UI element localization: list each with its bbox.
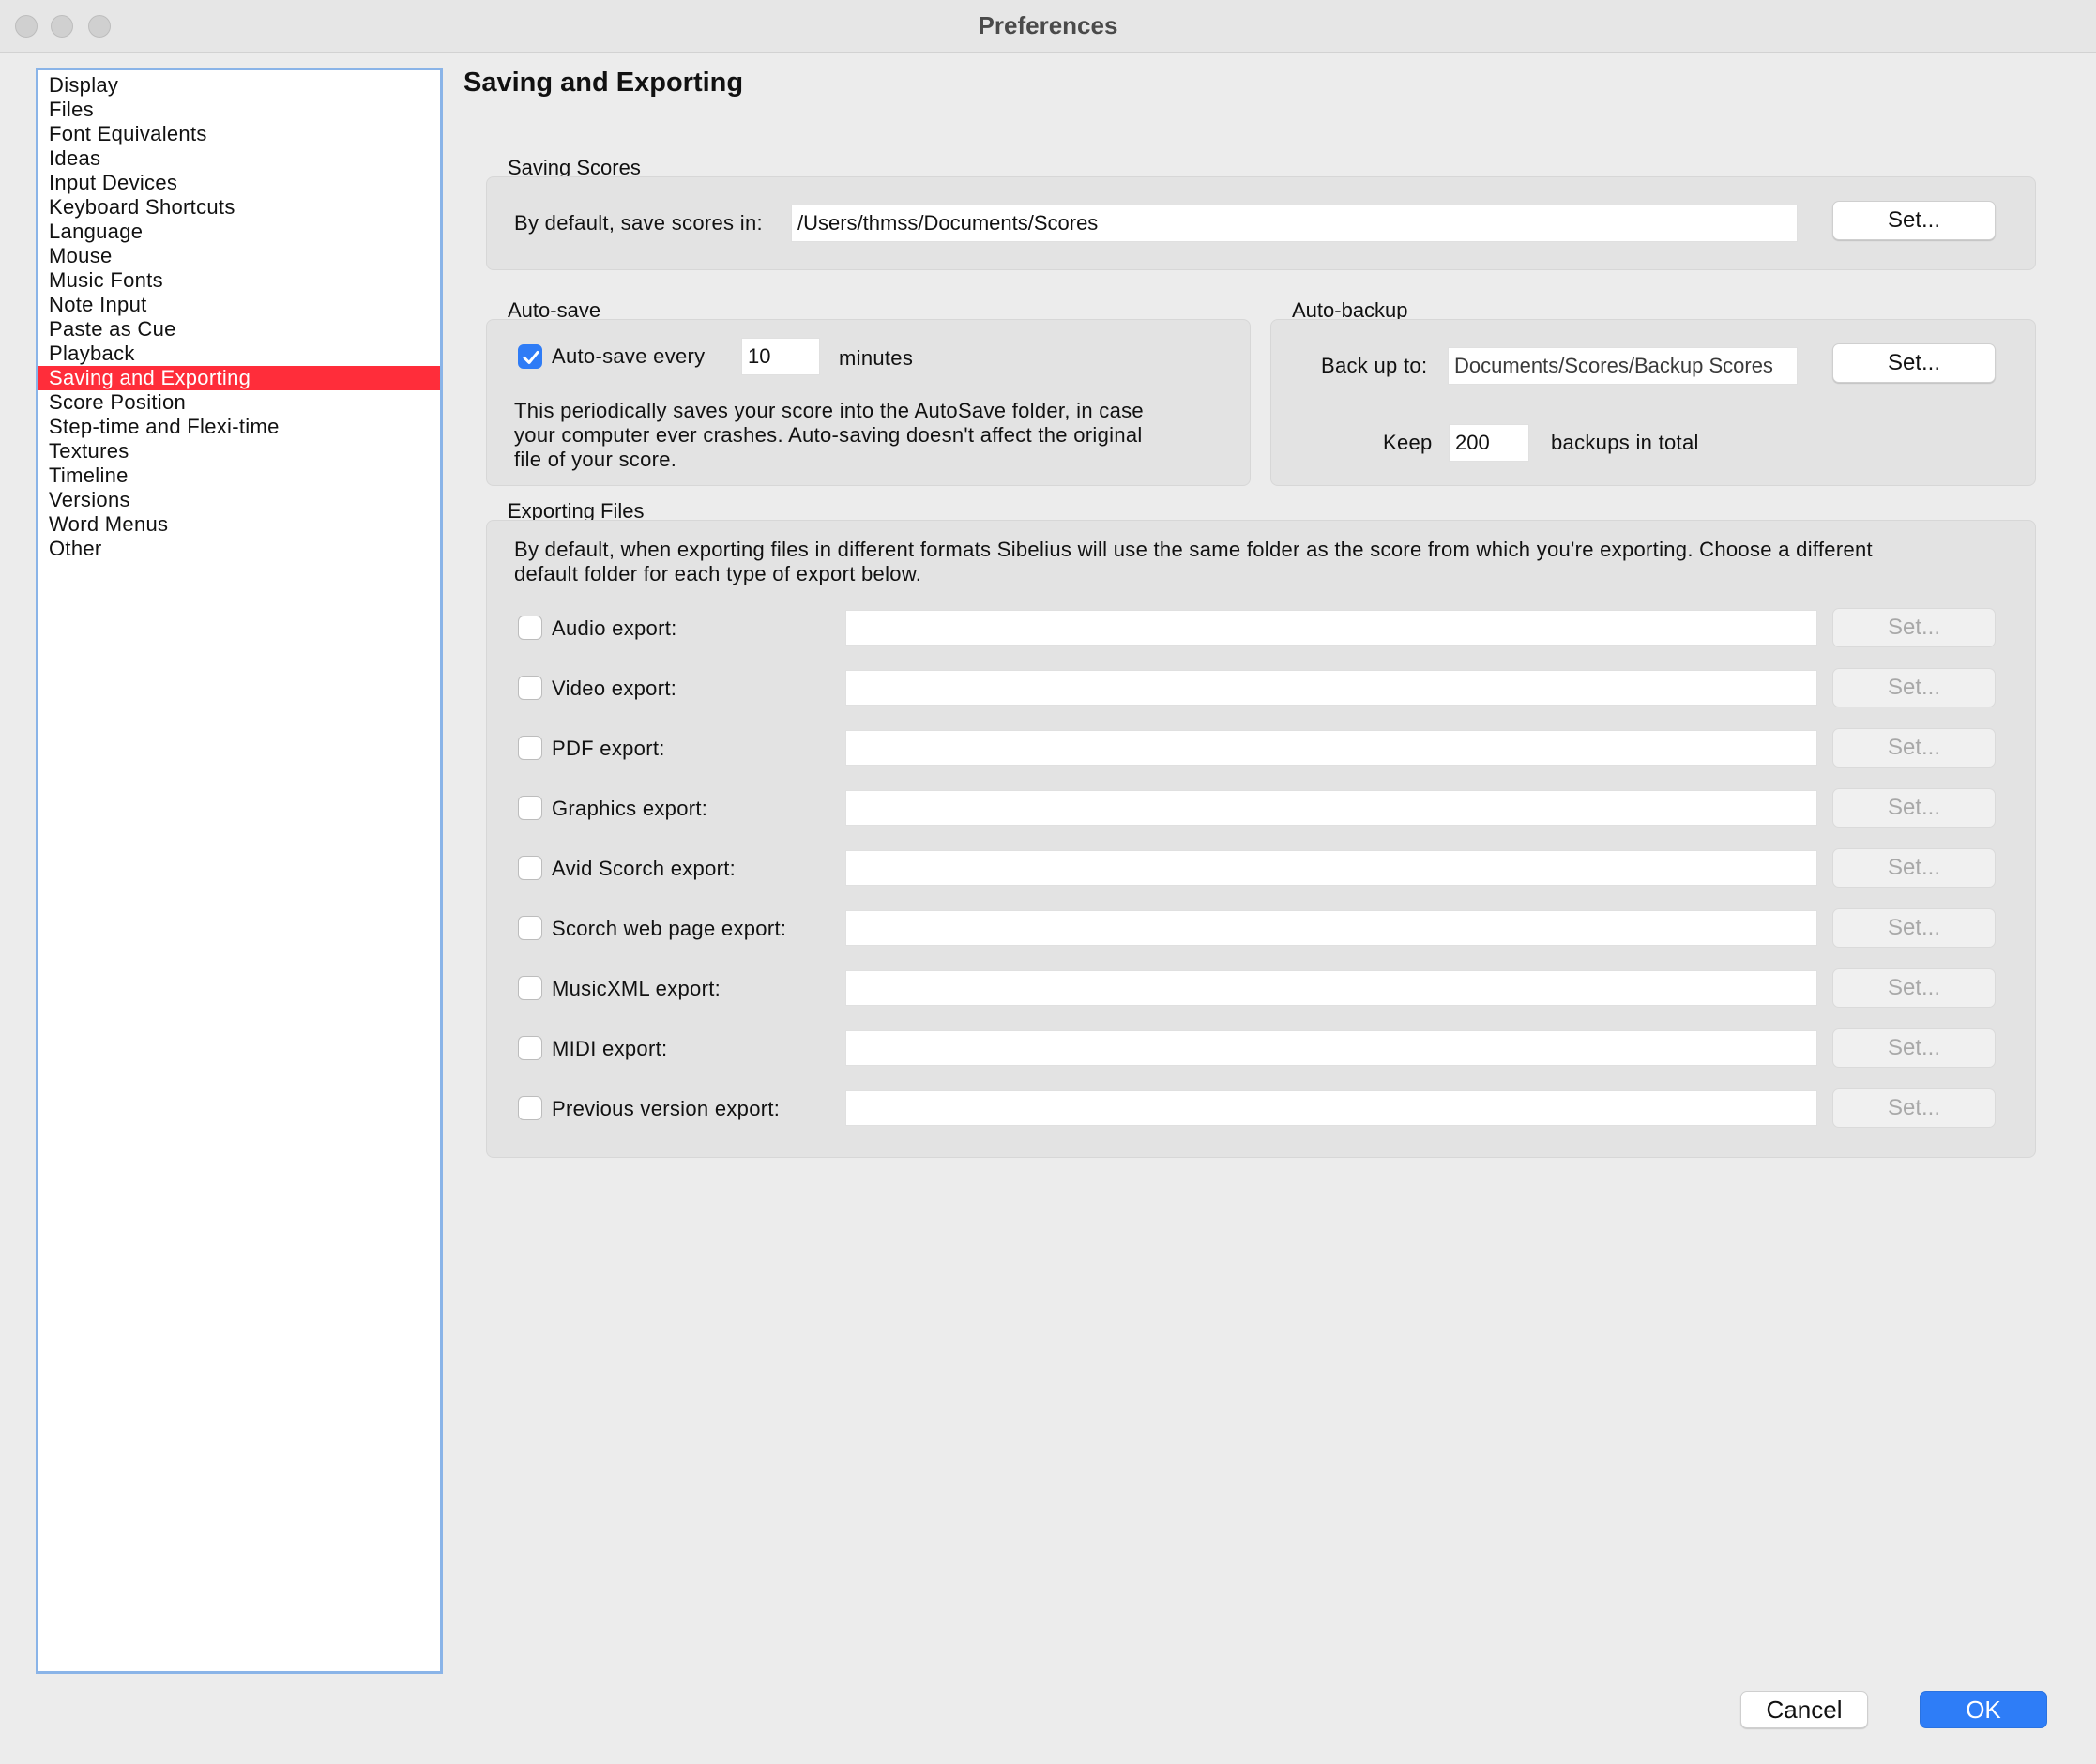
keep-backups-field[interactable]: 200 bbox=[1449, 424, 1529, 462]
keep-backups-suffix: backups in total bbox=[1551, 431, 1699, 454]
video-export-checkbox[interactable] bbox=[518, 676, 542, 700]
pdf-export-checkbox[interactable] bbox=[518, 736, 542, 760]
video-export-label: Video export: bbox=[552, 677, 677, 700]
window-title: Preferences bbox=[978, 11, 1118, 39]
graphics-export-path-field[interactable] bbox=[845, 790, 1817, 826]
preferences-window: Preferences Display Files Font Equivalents… bbox=[0, 0, 2096, 1764]
auto-save-minutes-label: minutes bbox=[839, 346, 914, 370]
title-bar: Preferences bbox=[0, 0, 2096, 53]
avid-scorch-export-label: Avid Scorch export: bbox=[552, 857, 737, 880]
avid-scorch-export-checkbox[interactable] bbox=[518, 856, 542, 880]
sidebar-item-textures[interactable]: Textures bbox=[38, 439, 440, 464]
sidebar-item-keyboard-shortcuts[interactable]: Keyboard Shortcuts bbox=[38, 195, 440, 220]
sidebar-item-word-menus[interactable]: Word Menus bbox=[38, 512, 440, 537]
sidebar-item-note-input[interactable]: Note Input bbox=[38, 293, 440, 317]
sidebar-item-files[interactable]: Files bbox=[38, 98, 440, 122]
backup-set-button[interactable]: Set... bbox=[1832, 343, 1996, 383]
cancel-button[interactable]: Cancel bbox=[1740, 1691, 1868, 1728]
auto-save-description: This periodically saves your score into … bbox=[514, 399, 1144, 471]
musicxml-export-set-button[interactable]: Set... bbox=[1832, 968, 1996, 1008]
graphics-export-label: Graphics export: bbox=[552, 797, 708, 820]
scorch-web-page-export-checkbox[interactable] bbox=[518, 916, 542, 940]
audio-export-set-button[interactable]: Set... bbox=[1832, 608, 1996, 647]
video-export-path-field[interactable] bbox=[845, 670, 1817, 706]
sidebar-item-versions[interactable]: Versions bbox=[38, 488, 440, 512]
graphics-export-checkbox[interactable] bbox=[518, 796, 542, 820]
avid-scorch-export-path-field[interactable] bbox=[845, 850, 1817, 886]
sidebar-item-timeline[interactable]: Timeline bbox=[38, 464, 440, 488]
sidebar-item-step-time-and-flexi-time[interactable]: Step-time and Flexi-time bbox=[38, 415, 440, 439]
midi-export-set-button[interactable]: Set... bbox=[1832, 1028, 1996, 1068]
save-scores-location-label: By default, save scores in: bbox=[514, 211, 763, 235]
audio-export-label: Audio export: bbox=[552, 616, 677, 640]
previous-version-export-set-button[interactable]: Set... bbox=[1832, 1088, 1996, 1128]
midi-export-label: MIDI export: bbox=[552, 1037, 668, 1060]
previous-version-export-path-field[interactable] bbox=[845, 1090, 1817, 1126]
scorch-web-page-export-path-field[interactable] bbox=[845, 910, 1817, 946]
checkmark-icon bbox=[523, 351, 539, 364]
sidebar-item-score-position[interactable]: Score Position bbox=[38, 390, 440, 415]
scorch-web-page-export-set-button[interactable]: Set... bbox=[1832, 908, 1996, 948]
sidebar-item-display[interactable]: Display bbox=[38, 73, 440, 98]
keep-label: Keep bbox=[1383, 431, 1433, 454]
midi-export-checkbox[interactable] bbox=[518, 1036, 542, 1060]
audio-export-path-field[interactable] bbox=[845, 610, 1817, 646]
pdf-export-path-field[interactable] bbox=[845, 730, 1817, 766]
video-export-set-button[interactable]: Set... bbox=[1832, 668, 1996, 707]
exporting-description: By default, when exporting files in diff… bbox=[514, 538, 1873, 585]
back-up-to-label: Back up to: bbox=[1321, 354, 1428, 377]
preferences-category-list[interactable]: Display Files Font Equivalents Ideas Input D… bbox=[36, 68, 443, 1674]
sidebar-item-language[interactable]: Language bbox=[38, 220, 440, 244]
pdf-export-label: PDF export: bbox=[552, 737, 665, 760]
backup-path-field[interactable]: Documents/Scores/Backup Scores bbox=[1448, 347, 1798, 385]
pdf-export-set-button[interactable]: Set... bbox=[1832, 728, 1996, 768]
sidebar-item-saving-and-exporting[interactable]: Saving and Exporting bbox=[38, 366, 440, 390]
sidebar-item-mouse[interactable]: Mouse bbox=[38, 244, 440, 268]
sidebar-item-playback[interactable]: Playback bbox=[38, 342, 440, 366]
musicxml-export-checkbox[interactable] bbox=[518, 976, 542, 1000]
sidebar-item-music-fonts[interactable]: Music Fonts bbox=[38, 268, 440, 293]
save-scores-path-field[interactable]: /Users/thmss/Documents/Scores bbox=[791, 205, 1798, 242]
graphics-export-set-button[interactable]: Set... bbox=[1832, 788, 1996, 828]
avid-scorch-export-set-button[interactable]: Set... bbox=[1832, 848, 1996, 888]
auto-save-checkbox-label: Auto-save every bbox=[552, 344, 706, 368]
ok-button[interactable]: OK bbox=[1920, 1691, 2047, 1728]
audio-export-checkbox[interactable] bbox=[518, 616, 542, 640]
sidebar-item-ideas[interactable]: Ideas bbox=[38, 146, 440, 171]
previous-version-export-checkbox[interactable] bbox=[518, 1096, 542, 1120]
auto-save-minutes-field[interactable]: 10 bbox=[741, 338, 820, 375]
sidebar-item-paste-as-cue[interactable]: Paste as Cue bbox=[38, 317, 440, 342]
sidebar-item-font-equivalents[interactable]: Font Equivalents bbox=[38, 122, 440, 146]
scorch-web-page-export-label: Scorch web page export: bbox=[552, 917, 787, 940]
page-title: Saving and Exporting bbox=[463, 68, 744, 98]
save-scores-set-button[interactable]: Set... bbox=[1832, 201, 1996, 240]
musicxml-export-path-field[interactable] bbox=[845, 970, 1817, 1006]
previous-version-export-label: Previous version export: bbox=[552, 1097, 781, 1120]
sidebar-item-input-devices[interactable]: Input Devices bbox=[38, 171, 440, 195]
midi-export-path-field[interactable] bbox=[845, 1030, 1817, 1066]
sidebar-item-other[interactable]: Other bbox=[38, 537, 440, 561]
auto-save-checkbox[interactable] bbox=[518, 344, 542, 369]
musicxml-export-label: MusicXML export: bbox=[552, 977, 721, 1000]
